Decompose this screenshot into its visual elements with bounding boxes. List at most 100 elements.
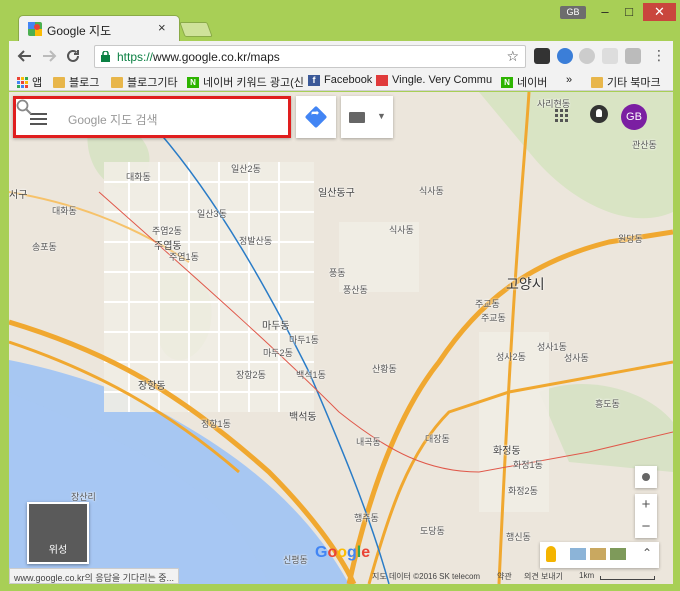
scale-label[interactable]: 1km xyxy=(579,571,594,580)
terms-link[interactable]: 약관 xyxy=(497,571,512,582)
bookmark-apps[interactable]: 앱 xyxy=(17,74,42,90)
map-label: 일산3동 xyxy=(197,209,227,219)
bookmark-label: 앱 xyxy=(32,77,43,89)
forward-arrow-icon[interactable] xyxy=(41,48,57,64)
chevron-down-icon[interactable]: ▼ xyxy=(377,111,386,121)
tab-title: Google 지도 xyxy=(47,24,112,38)
notifications-icon[interactable] xyxy=(590,105,608,123)
tab-google-maps[interactable]: Google 지도 × xyxy=(18,15,180,41)
chrome-menu-icon[interactable]: ⋮ xyxy=(652,47,666,63)
extension-world-icon[interactable] xyxy=(579,48,595,64)
map-label: 성사동 xyxy=(564,353,589,363)
zoom-control: + − xyxy=(635,494,657,538)
extension-globe-icon[interactable] xyxy=(557,48,573,64)
keyboard-icon xyxy=(349,112,365,123)
zoom-in-button[interactable]: + xyxy=(635,494,657,516)
facebook-icon: f xyxy=(308,74,320,86)
bookmark-label: Vingle. Very Commu xyxy=(392,74,493,86)
tab-close-icon[interactable]: × xyxy=(158,20,166,35)
bookmark-label: 기타 북마크 xyxy=(607,77,661,89)
map-label: 장항2동 xyxy=(236,370,266,380)
hamburger-menu-icon[interactable] xyxy=(30,113,47,125)
google-logo: Google xyxy=(315,544,371,561)
bookmark-naver-keyword[interactable]: N 네이버 키워드 광고(신 xyxy=(187,74,304,90)
map-footer: www.google.co.kr의 응답을 기다리는 중... 지도 데이터 ©… xyxy=(9,566,673,584)
bookmark-facebook[interactable]: f Facebook xyxy=(308,74,372,86)
extension-glasses-icon[interactable] xyxy=(534,48,550,64)
map-label: 백석동 xyxy=(289,412,317,423)
extension-cast-icon[interactable] xyxy=(602,48,618,64)
browser-toolbar: https://www.google.co.kr/maps ☆ ⋮ xyxy=(9,41,673,71)
close-window-button[interactable]: ✕ xyxy=(643,3,676,21)
map-label: 대화동 xyxy=(126,172,151,182)
bookmark-label: 네이버 xyxy=(517,77,548,89)
collapse-chevron-icon[interactable]: ⌃ xyxy=(642,546,652,560)
new-tab-button[interactable] xyxy=(179,22,213,37)
search-icon[interactable] xyxy=(16,99,32,115)
map-label: 주엽1동 xyxy=(169,252,199,262)
pegman-icon[interactable] xyxy=(546,546,556,562)
map-label: 흥도동 xyxy=(595,399,620,409)
map-label: 주교동 xyxy=(475,299,500,309)
bookmark-other-folder[interactable]: 기타 북마크 xyxy=(591,74,661,90)
bookmark-naver[interactable]: N 네이버 xyxy=(501,74,547,90)
map-label: 주엽2동 xyxy=(152,226,182,236)
feedback-link[interactable]: 의견 보내기 xyxy=(524,571,563,582)
map-label: 화정1동 xyxy=(513,460,543,470)
map-label: 화정2동 xyxy=(508,486,538,496)
map-label: 산황동 xyxy=(372,364,397,374)
imagery-thumb-1[interactable] xyxy=(570,548,586,560)
map-label: 성사2동 xyxy=(496,352,526,362)
bookmark-overflow-chevron[interactable]: » xyxy=(566,74,572,86)
map-label: 성사1동 xyxy=(537,342,567,352)
extension-t-icon[interactable] xyxy=(625,48,641,64)
map-label: 정발산동 xyxy=(239,236,273,246)
my-location-button[interactable] xyxy=(635,466,657,488)
address-bar[interactable]: https://www.google.co.kr/maps ☆ xyxy=(94,45,526,68)
folder-icon xyxy=(591,76,603,88)
bookmark-star-icon[interactable]: ☆ xyxy=(506,48,519,65)
imagery-thumb-3[interactable] xyxy=(610,548,626,560)
avatar[interactable]: GB xyxy=(621,104,647,130)
imagery-thumb-2[interactable] xyxy=(590,548,606,560)
reload-icon[interactable] xyxy=(65,48,81,64)
map-attribution: 지도 데이터 ©2016 SK telecom xyxy=(372,572,481,581)
folder-icon xyxy=(111,76,123,88)
imagery-strip: ⌃ xyxy=(540,542,659,568)
map-label: 마두1동 xyxy=(289,335,319,345)
input-tools-button[interactable]: ▼ xyxy=(341,96,393,138)
map-label-city: 고양시 xyxy=(506,276,545,292)
map-label: 풍산동 xyxy=(343,285,368,295)
google-maps-favicon-icon xyxy=(28,22,42,36)
bookmark-blog-etc-folder[interactable]: 블로그기타 xyxy=(111,74,178,90)
zoom-out-button[interactable]: − xyxy=(635,516,657,538)
map-label: 내곡동 xyxy=(356,437,381,447)
satellite-toggle[interactable]: 위성 xyxy=(27,502,89,564)
browser-window-frame: Google 지도 × GB – □ ✕ https://www.google.… xyxy=(0,0,680,591)
minimize-button[interactable]: – xyxy=(593,3,617,21)
apps-grid-icon xyxy=(17,76,28,88)
vingle-icon xyxy=(376,74,388,86)
naver-icon: N xyxy=(501,76,513,88)
map-label: 원당동 xyxy=(618,234,643,244)
google-apps-icon[interactable] xyxy=(555,109,568,122)
map-label: 식사동 xyxy=(389,225,414,235)
map-label: 송포동 xyxy=(32,242,57,252)
map-label: 대화동 xyxy=(52,206,77,216)
bookmark-blog-folder[interactable]: 블로그 xyxy=(53,74,99,90)
directions-button[interactable]: ➦ xyxy=(296,96,336,138)
naver-icon: N xyxy=(187,76,199,88)
profile-chip[interactable]: GB xyxy=(560,6,586,19)
back-arrow-icon[interactable] xyxy=(17,48,33,64)
bookmark-label: Facebook xyxy=(324,74,373,86)
map-label: 백석1동 xyxy=(296,370,326,380)
map-canvas[interactable]: 일산2동 대화동 일산3동 일산동구 식사동 서구 대화동 주엽2동 주엽동 주… xyxy=(9,92,673,584)
bookmark-vingle[interactable]: Vingle. Very Commu xyxy=(376,74,492,86)
maximize-button[interactable]: □ xyxy=(617,3,641,21)
map-label: 풍동 xyxy=(329,268,346,278)
bookmarks-bar: 앱 블로그 블로그기타 N 네이버 키워드 광고(신 f Facebook Vi… xyxy=(9,71,673,91)
search-input[interactable]: Google 지도 검색 xyxy=(68,111,248,128)
map-label: 마두2동 xyxy=(263,348,293,358)
map-label: 대장동 xyxy=(425,434,450,444)
map-label: 일산동구 xyxy=(318,188,355,199)
